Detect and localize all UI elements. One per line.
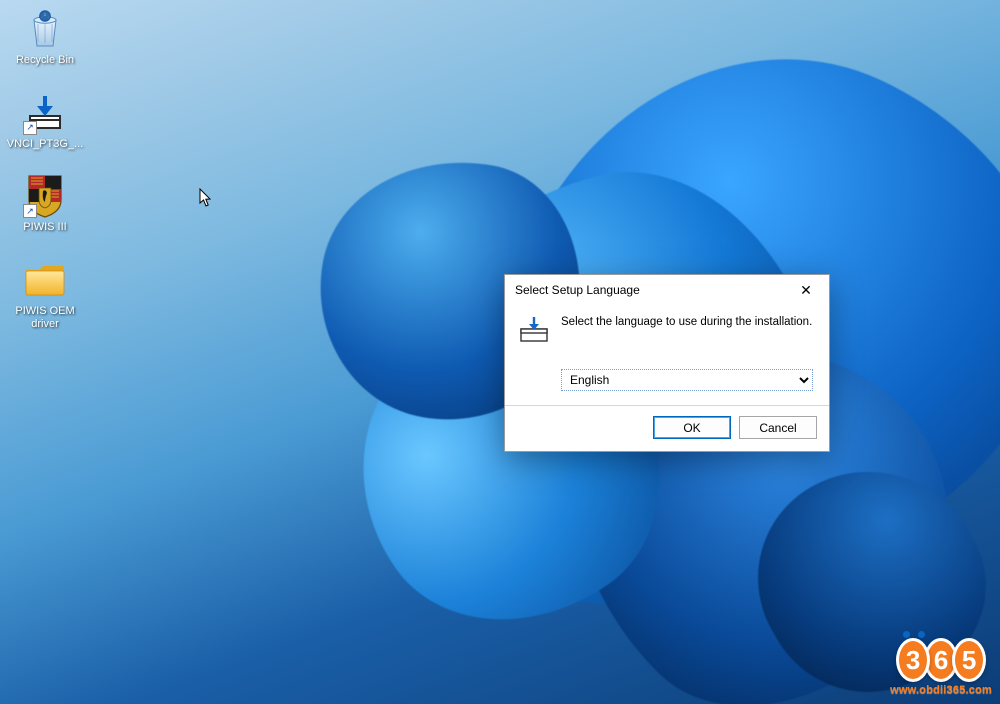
desktop-icon-piwis-oem-driver[interactable]: PIWIS OEM driver: [6, 255, 84, 333]
watermark-digit-text: 3: [906, 645, 920, 676]
shortcut-overlay-icon: ↗: [23, 204, 37, 218]
watermark-url: www.obdii365.com: [890, 684, 992, 696]
shortcut-overlay-icon: ↗: [23, 121, 37, 135]
dialog-titlebar[interactable]: Select Setup Language ✕: [505, 275, 829, 305]
watermark: 3 6 5 www.obdii365.com: [890, 638, 992, 696]
desktop-icon-piwis-iii[interactable]: ↗ PIWIS III: [6, 171, 84, 237]
folder-icon: [23, 258, 67, 302]
watermark-logo-icon: 3 6 5: [896, 638, 986, 682]
desktop-icons-column: Recycle Bin ↗ VNCI_PT3G_...: [6, 4, 84, 333]
desktop-icon-label: VNCI_PT3G_...: [7, 138, 83, 151]
setup-box-icon: [519, 317, 549, 343]
dialog-body: Select the language to use during the in…: [505, 305, 829, 405]
close-button[interactable]: ✕: [785, 276, 827, 304]
desktop-icon-label: PIWIS OEM driver: [6, 305, 84, 330]
language-select[interactable]: English: [561, 369, 813, 391]
ok-button[interactable]: OK: [653, 416, 731, 439]
dialog-instruction-text: Select the language to use during the in…: [561, 315, 812, 331]
desktop-icon-label: Recycle Bin: [16, 54, 74, 67]
desktop-icon-label: PIWIS III: [23, 221, 66, 234]
cancel-button[interactable]: Cancel: [739, 416, 817, 439]
watermark-digit: 5: [952, 638, 986, 682]
recycle-bin-icon: [23, 7, 67, 51]
close-icon: ✕: [800, 282, 812, 299]
watermark-digit-text: 5: [962, 645, 976, 676]
desktop-icon-recycle-bin[interactable]: Recycle Bin: [6, 4, 84, 70]
installer-icon: ↗: [23, 91, 67, 135]
porsche-crest-icon: ↗: [23, 174, 67, 218]
watermark-digit: 3: [896, 638, 930, 682]
desktop-icon-vnci-installer[interactable]: ↗ VNCI_PT3G_...: [6, 88, 84, 154]
watermark-digit-text: 6: [934, 645, 948, 676]
wallpaper-bloom: [0, 0, 1000, 704]
dialog-footer: OK Cancel: [505, 405, 829, 451]
dialog-title: Select Setup Language: [515, 283, 640, 297]
select-setup-language-dialog: Select Setup Language ✕ Select the langu…: [504, 274, 830, 452]
